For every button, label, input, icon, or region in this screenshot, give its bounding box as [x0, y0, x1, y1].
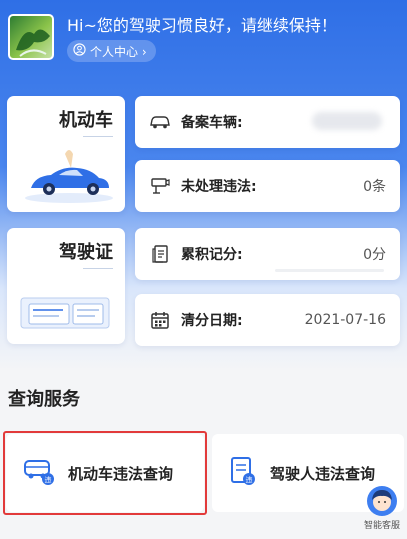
info-label: 累积记分: [181, 247, 243, 263]
car-query-icon: 违 [22, 456, 56, 490]
query-services-title: 查询服务 [8, 389, 80, 410]
blurred-plate [312, 112, 382, 130]
profile-center-link[interactable]: 个人中心 › [67, 40, 156, 62]
profile-center-label: 个人中心 › [90, 44, 147, 59]
greeting-text: Hi~您的驾驶习惯良好，请继续保持！ [67, 16, 337, 35]
progress-track [275, 269, 384, 272]
smart-customer-service-button[interactable]: 智能客服 [360, 486, 404, 531]
clear-date-value: 2021-07-16 [304, 312, 386, 328]
vehicle-card[interactable]: 机动车 [7, 96, 125, 212]
license-card[interactable]: 驾驶证 [7, 228, 125, 344]
user-icon [73, 43, 86, 59]
svg-text:违: 违 [45, 476, 52, 484]
info-label: 清分日期: [181, 313, 243, 329]
document-query-icon: 违 [228, 455, 258, 491]
violations-value: 0条 [363, 179, 386, 195]
document-icon [149, 243, 171, 265]
license-illustration-icon [19, 288, 115, 336]
info-row-points[interactable]: 累积记分: 0分 [135, 228, 400, 280]
info-row-clear-date[interactable]: 清分日期: 2021-07-16 [135, 294, 400, 346]
divider [83, 268, 113, 269]
car-icon [149, 111, 171, 133]
info-label: 未处理违法: [181, 179, 257, 195]
driver-violation-query-label: 驾驶人违法查询 [270, 464, 376, 483]
license-card-title: 驾驶证 [59, 242, 113, 263]
customer-service-label: 智能客服 [363, 521, 400, 531]
divider [83, 136, 113, 137]
info-row-violations[interactable]: 未处理违法: 0条 [135, 160, 400, 212]
avatar[interactable] [8, 14, 54, 60]
calendar-icon [149, 309, 171, 331]
points-value: 0分 [363, 247, 386, 263]
camera-icon [149, 175, 171, 197]
info-row-vehicle[interactable]: 备案车辆: [135, 96, 400, 148]
vehicle-violation-query-label: 机动车违法查询 [68, 464, 174, 483]
info-label: 备案车辆: [181, 115, 243, 131]
vehicle-card-title: 机动车 [59, 110, 113, 131]
vehicle-violation-query-button[interactable]: 违 机动车违法查询 [6, 434, 204, 512]
svg-text:违: 违 [246, 476, 253, 484]
vehicle-illustration-icon [21, 148, 117, 208]
customer-service-avatar-icon [367, 486, 397, 516]
